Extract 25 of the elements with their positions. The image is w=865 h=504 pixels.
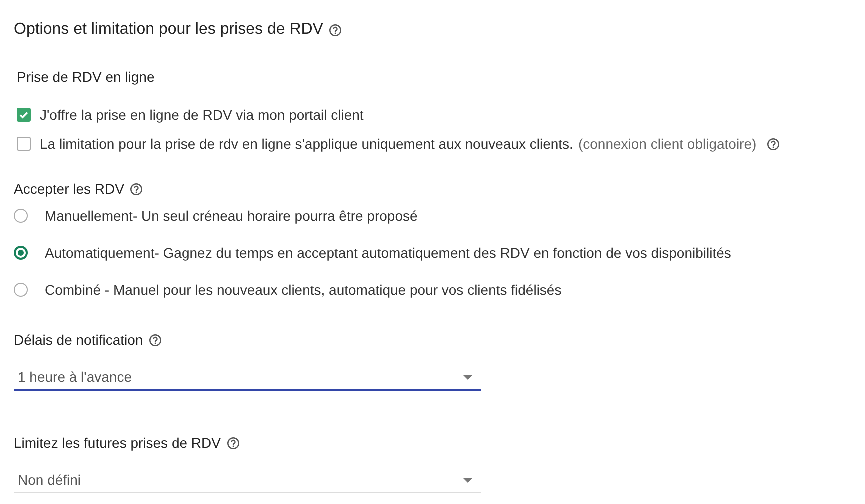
dropdown[interactable]: Non défini <box>14 451 481 493</box>
help-icon[interactable] <box>149 334 162 346</box>
section-title: Options et limitation pour les prises de RDV <box>14 21 324 39</box>
checkbox[interactable] <box>17 108 31 122</box>
help-icon[interactable] <box>130 182 144 196</box>
field-label: Délais de notification <box>14 332 144 348</box>
radio-button[interactable] <box>14 209 28 223</box>
checkbox-label: La limitation pour la prise de rdv en ligne s'applique uniquement aux nouveaux clients. <box>40 136 574 152</box>
caret-icon <box>463 478 473 482</box>
radio-label: Manuellement- Un seul créneau horaire pourra être proposé <box>45 208 418 224</box>
radio-button[interactable] <box>14 283 28 297</box>
radio-button[interactable] <box>14 246 28 260</box>
section-heading: Accepter les RDV <box>14 181 124 197</box>
help-icon[interactable] <box>766 138 780 150</box>
help-icon[interactable] <box>329 24 342 36</box>
radio-label: Automatiquement- Gagnez du temps en acceptant automatiquement des RDV en fonction de vos disponibilités <box>45 245 732 261</box>
dropdown[interactable]: 1 heure à l'avance <box>14 348 481 391</box>
field-label: Limitez les futures prises de RDV <box>14 435 221 451</box>
hint-text: (connexion client obligatoire) <box>578 136 757 152</box>
section-heading: Prise de RDV en ligne <box>17 69 155 85</box>
radio-label: Combiné - Manuel pour les nouveaux clients, automatique pour vos clients fidélisés <box>45 282 562 298</box>
caret-icon <box>463 374 473 380</box>
help-icon[interactable] <box>226 436 240 450</box>
checkbox-label: J'offre la prise en ligne de RDV via mon portail client <box>40 107 364 123</box>
checkbox[interactable] <box>17 137 31 151</box>
